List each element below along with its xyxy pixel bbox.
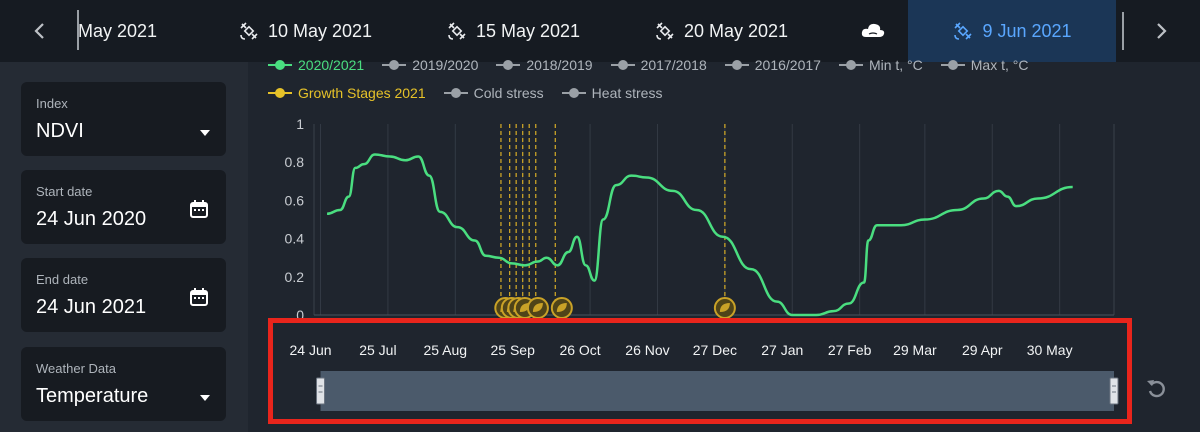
- end-date-field[interactable]: End date 24 Jun 2021: [21, 258, 226, 332]
- cloud-icon: [861, 23, 885, 37]
- date-strip: May 2021 10 May 2021 15 May 2021 20 May …: [0, 0, 1200, 62]
- index-label: Index: [36, 96, 68, 111]
- series-line-2020-2021: [326, 153, 1073, 317]
- prev-date-button[interactable]: [10, 0, 70, 62]
- x-tick-label: 24 Jun: [289, 342, 331, 358]
- x-tick-label: 25 Jul: [359, 342, 396, 358]
- date-item-cloud[interactable]: [860, 0, 886, 62]
- date-item-1[interactable]: 10 May 2021: [238, 0, 372, 62]
- end-date-label: End date: [36, 272, 89, 287]
- chevron-right-icon: [1157, 23, 1167, 39]
- date-label: 9 Jun 2021: [982, 20, 1072, 41]
- x-tick-label: 29 Apr: [962, 342, 1003, 358]
- satellite-icon: [656, 22, 674, 40]
- weather-data-select[interactable]: Weather Data Temperature: [21, 347, 226, 421]
- calendar-icon[interactable]: [188, 286, 210, 308]
- caret-down-icon: [200, 395, 210, 401]
- satellite-icon: [240, 22, 258, 40]
- satellite-icon: [954, 22, 973, 40]
- chart-panel: 2020/2021 2019/2020 2018/2019 2017/2018 2016…: [248, 57, 1200, 432]
- satellite-icon: [448, 22, 466, 40]
- date-label: 15 May 2021: [476, 20, 581, 41]
- caret-down-icon: [200, 130, 210, 136]
- growth-stage-leaf-icon[interactable]: [713, 297, 736, 319]
- weather-data-value: Temperature: [36, 385, 149, 407]
- index-select[interactable]: Index NDVI: [21, 82, 226, 156]
- index-value: NDVI: [36, 120, 84, 142]
- x-tick-label: 25 Sep: [491, 342, 536, 358]
- next-date-button[interactable]: [1131, 0, 1191, 62]
- range-selector-window: [320, 371, 1114, 411]
- y-tick-label: 1: [296, 116, 304, 132]
- date-label: May 2021: [78, 20, 158, 41]
- growth-stage-leaf-icon[interactable]: [550, 297, 573, 319]
- chevron-left-icon: [34, 23, 44, 39]
- range-handle-right[interactable]: [1109, 377, 1119, 405]
- y-tick-label: 0.8: [285, 154, 305, 170]
- date-item-3[interactable]: 20 May 2021: [654, 0, 788, 62]
- x-tick-label: 29 Mar: [893, 342, 937, 358]
- date-label: 20 May 2021: [684, 20, 789, 41]
- ndvi-chart: 1 0.8 0.6 0.4 0.2 0 24 Jun 25 Jul 25 Aug 25 Sep 26…: [285, 116, 1119, 411]
- x-tick-label: 26 Nov: [625, 342, 669, 358]
- end-date-value: 24 Jun 2021: [36, 296, 147, 318]
- start-date-label: Start date: [36, 184, 93, 199]
- x-tick-label: 25 Aug: [423, 342, 467, 358]
- y-tick-label: 0.6: [285, 192, 305, 208]
- calendar-icon[interactable]: [188, 198, 210, 220]
- x-tick-label: 26 Oct: [559, 342, 600, 358]
- reset-zoom-icon[interactable]: [1144, 375, 1170, 401]
- start-date-field[interactable]: Start date 24 Jun 2020: [21, 170, 226, 244]
- x-tick-label: 27 Jan: [761, 342, 803, 358]
- range-handle-left[interactable]: [316, 377, 326, 405]
- x-tick-label: 30 May: [1027, 342, 1073, 358]
- start-date-value: 24 Jun 2020: [36, 208, 147, 230]
- date-item-0[interactable]: May 2021: [78, 0, 157, 62]
- y-tick-label: 0.2: [285, 269, 305, 285]
- y-tick-label: 0: [296, 307, 304, 323]
- divider: [1122, 12, 1124, 50]
- x-tick-label: 27 Dec: [693, 342, 737, 358]
- date-label: 10 May 2021: [268, 20, 373, 41]
- x-tick-label: 27 Feb: [828, 342, 872, 358]
- y-tick-label: 0.4: [285, 231, 305, 247]
- growth-stage-leaf-icon[interactable]: [526, 297, 549, 319]
- date-item-active[interactable]: 9 Jun 2021: [908, 0, 1116, 62]
- weather-data-label: Weather Data: [36, 361, 116, 376]
- date-item-2[interactable]: 15 May 2021: [446, 0, 580, 62]
- sidebar: Index NDVI Start date 24 Jun 2020 End da…: [0, 62, 248, 432]
